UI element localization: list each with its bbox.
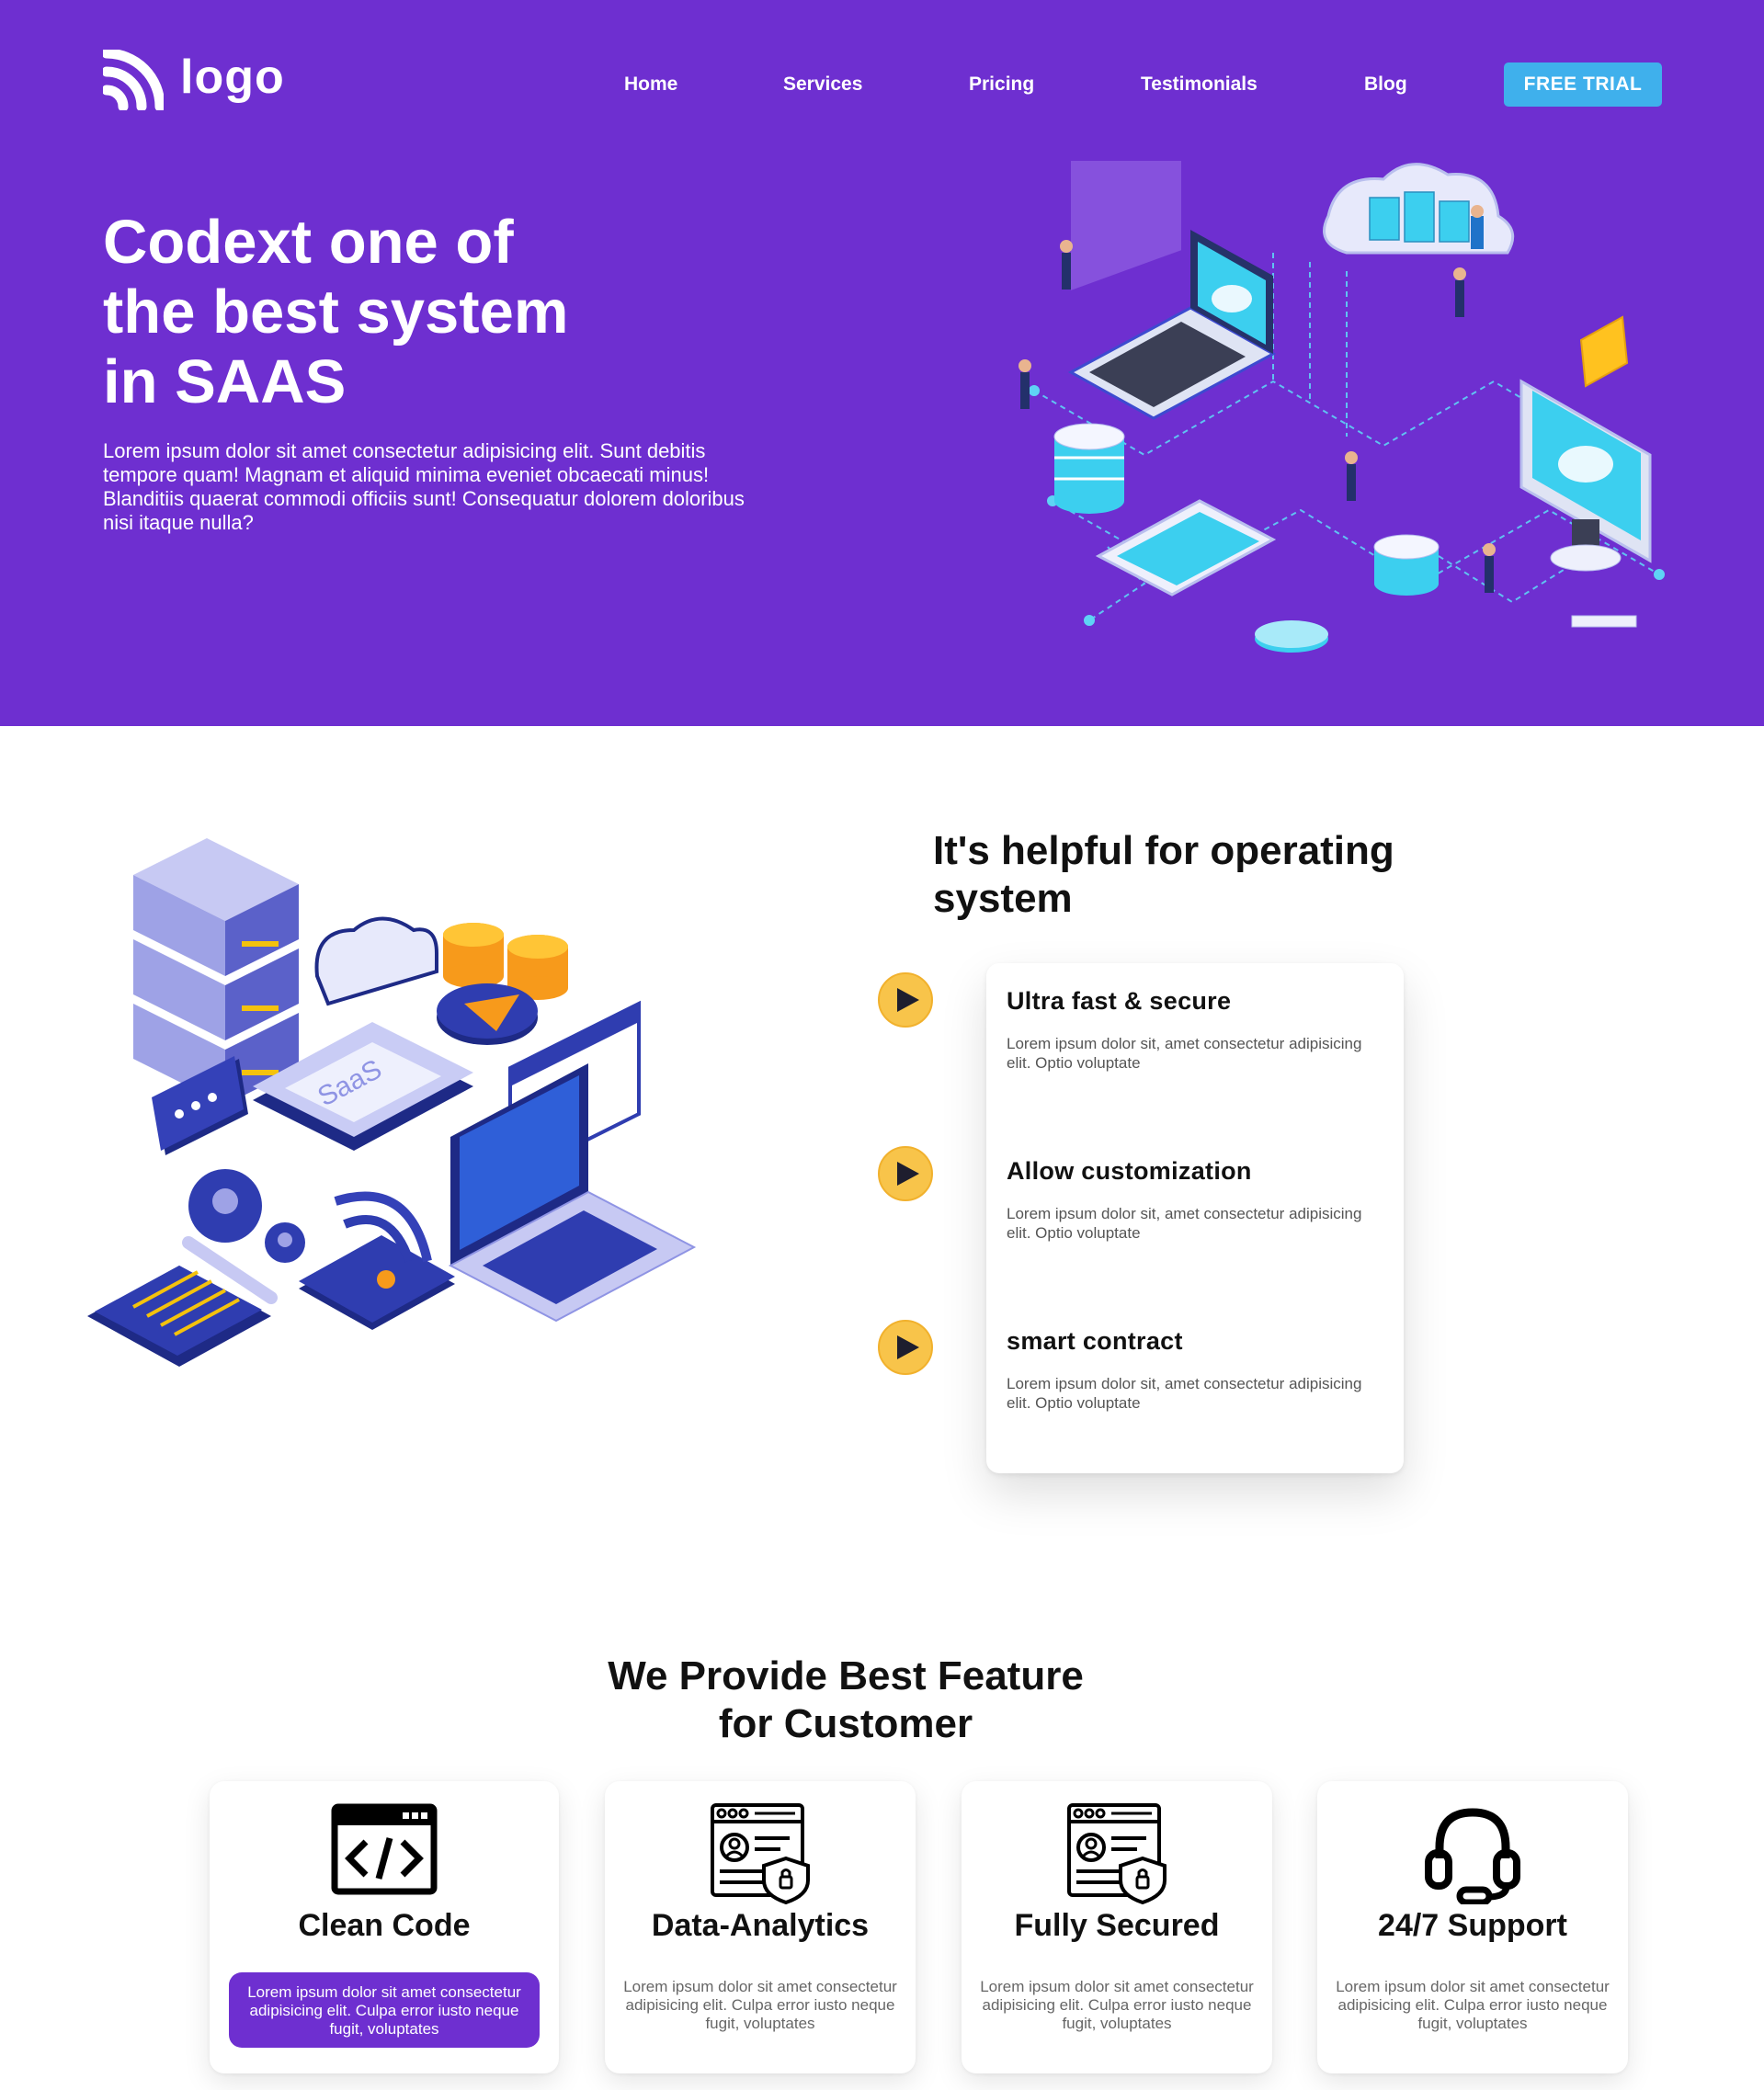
play-icon xyxy=(896,988,919,1012)
saas-isometric-illustration: SaaS xyxy=(87,838,697,1367)
hero-title-line: the best system xyxy=(103,278,569,346)
nav-testimonials[interactable]: Testimonials xyxy=(1141,74,1258,96)
secure-profile-icon xyxy=(1067,1803,1167,1904)
play-icon xyxy=(896,1162,919,1186)
feature-item: Allow customization Lorem ipsum dolor si… xyxy=(1007,1157,1383,1243)
hero-description: Lorem ipsum dolor sit amet consectetur a… xyxy=(103,439,745,534)
nav-home[interactable]: Home xyxy=(624,74,677,96)
hero-title-line: in SAAS xyxy=(103,347,347,416)
play-icon xyxy=(896,1335,919,1359)
feature-text: Lorem ipsum dolor sit, amet consectetur … xyxy=(1007,1375,1362,1412)
service-card-data-analytics[interactable]: Data-Analytics Lorem ipsum dolor sit ame… xyxy=(605,1781,916,2073)
cloud-network-illustration xyxy=(1019,161,1665,653)
service-text: Lorem ipsum dolor sit amet consectetur a… xyxy=(623,1978,897,2032)
feature-text: Lorem ipsum dolor sit, amet consectetur … xyxy=(1007,1205,1362,1242)
hero-title: Codext one of the best system in SAAS xyxy=(103,208,673,417)
nav-blog[interactable]: Blog xyxy=(1364,74,1407,96)
code-window-icon xyxy=(331,1803,438,1895)
feature-title: Ultra fast & secure xyxy=(1007,987,1232,1015)
nav-services[interactable]: Services xyxy=(783,74,862,96)
feature-title: smart contract xyxy=(1007,1327,1183,1355)
hero-title-line: Codext one of xyxy=(103,208,514,277)
features-card: Ultra fast & secure Lorem ipsum dolor si… xyxy=(986,963,1404,1473)
service-title: Fully Secured xyxy=(1014,1908,1220,1943)
features-title-line: We Provide Best Feature xyxy=(608,1653,1084,1698)
service-title: Data-Analytics xyxy=(651,1908,870,1943)
play-button[interactable] xyxy=(878,972,933,1028)
secure-profile-icon xyxy=(711,1803,810,1904)
nav-pricing[interactable]: Pricing xyxy=(969,74,1034,96)
features-title-line: for Customer xyxy=(718,1701,973,1746)
play-button[interactable] xyxy=(878,1146,933,1201)
service-card-support[interactable]: 24/7 Support Lorem ipsum dolor sit amet … xyxy=(1317,1781,1628,2073)
service-text: Lorem ipsum dolor sit amet consectetur a… xyxy=(229,1972,540,2048)
headset-icon xyxy=(1425,1808,1520,1904)
feature-title: Allow customization xyxy=(1007,1157,1252,1185)
hero-section: logo Home Services Pricing Testimonials … xyxy=(0,0,1764,726)
feature-item: Ultra fast & secure Lorem ipsum dolor si… xyxy=(1007,987,1383,1073)
service-title: Clean Code xyxy=(298,1908,471,1943)
main-nav: Home Services Pricing Testimonials Blog xyxy=(0,62,1764,108)
feature-text: Lorem ipsum dolor sit, amet consectetur … xyxy=(1007,1035,1362,1072)
play-button[interactable] xyxy=(878,1320,933,1375)
service-text: Lorem ipsum dolor sit amet consectetur a… xyxy=(980,1978,1254,2032)
service-card-fully-secured[interactable]: Fully Secured Lorem ipsum dolor sit amet… xyxy=(962,1781,1272,2073)
section-title: It's helpful for operating system xyxy=(933,828,1394,921)
features-section-title: We Provide Best Feature for Customer xyxy=(0,1653,1691,1748)
feature-item: smart contract Lorem ipsum dolor sit, am… xyxy=(1007,1327,1383,1413)
service-card-clean-code[interactable]: Clean Code Lorem ipsum dolor sit amet co… xyxy=(210,1781,559,2073)
service-title: 24/7 Support xyxy=(1378,1908,1567,1943)
free-trial-button[interactable]: FREE TRIAL xyxy=(1504,62,1662,107)
service-text: Lorem ipsum dolor sit amet consectetur a… xyxy=(1336,1978,1610,2032)
